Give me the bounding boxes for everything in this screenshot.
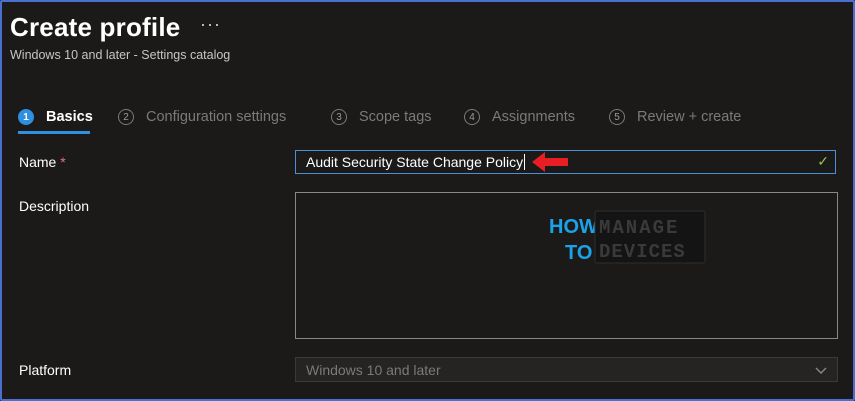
tab-basics[interactable]: 1 Basics bbox=[18, 106, 93, 128]
tab-assignments[interactable]: 4 Assignments bbox=[464, 106, 575, 128]
step-number-3: 3 bbox=[331, 109, 347, 125]
platform-value: Windows 10 and later bbox=[306, 361, 441, 378]
watermark-manage: MANAGE bbox=[599, 217, 679, 239]
step-number-2: 2 bbox=[118, 109, 134, 125]
more-options-button[interactable]: ··· bbox=[200, 14, 221, 35]
tab-assignments-label: Assignments bbox=[492, 109, 576, 125]
tab-configuration-settings-label: Configuration settings bbox=[146, 109, 287, 125]
platform-dropdown[interactable]: Windows 10 and later bbox=[295, 357, 838, 382]
description-label: Description bbox=[19, 198, 90, 214]
watermark-how: HOW bbox=[549, 216, 598, 238]
tab-review-create[interactable]: 5 Review + create bbox=[609, 106, 741, 128]
platform-label: Platform bbox=[19, 362, 72, 378]
tab-configuration-settings[interactable]: 2 Configuration settings bbox=[118, 106, 286, 128]
page-title: Create profile bbox=[10, 12, 181, 42]
text-cursor bbox=[524, 154, 526, 170]
tab-basics-label: Basics bbox=[46, 109, 93, 125]
watermark-logo: HOW TO MANAGE DEVICES bbox=[549, 210, 706, 264]
name-label-text: Name bbox=[19, 154, 57, 170]
step-number-1: 1 bbox=[18, 109, 34, 125]
name-field-value: Audit Security State Change Policy bbox=[306, 154, 524, 170]
active-tab-indicator bbox=[18, 131, 90, 134]
create-profile-panel: Create profile ··· Windows 10 and later … bbox=[0, 0, 855, 401]
chevron-down-icon bbox=[815, 367, 827, 374]
step-number-4: 4 bbox=[464, 109, 480, 125]
tab-scope-tags[interactable]: 3 Scope tags bbox=[331, 106, 432, 128]
step-number-5: 5 bbox=[609, 109, 625, 125]
required-marker: * bbox=[60, 154, 66, 170]
watermark-devices: DEVICES bbox=[599, 241, 686, 263]
name-label: Name * bbox=[19, 154, 66, 170]
tab-scope-tags-label: Scope tags bbox=[359, 109, 432, 125]
red-arrow-icon bbox=[532, 152, 568, 172]
tab-review-create-label: Review + create bbox=[637, 109, 742, 125]
check-icon: ✓ bbox=[817, 153, 829, 169]
page-subtitle: Windows 10 and later - Settings catalog bbox=[10, 48, 231, 62]
watermark-to: TO bbox=[565, 242, 592, 264]
